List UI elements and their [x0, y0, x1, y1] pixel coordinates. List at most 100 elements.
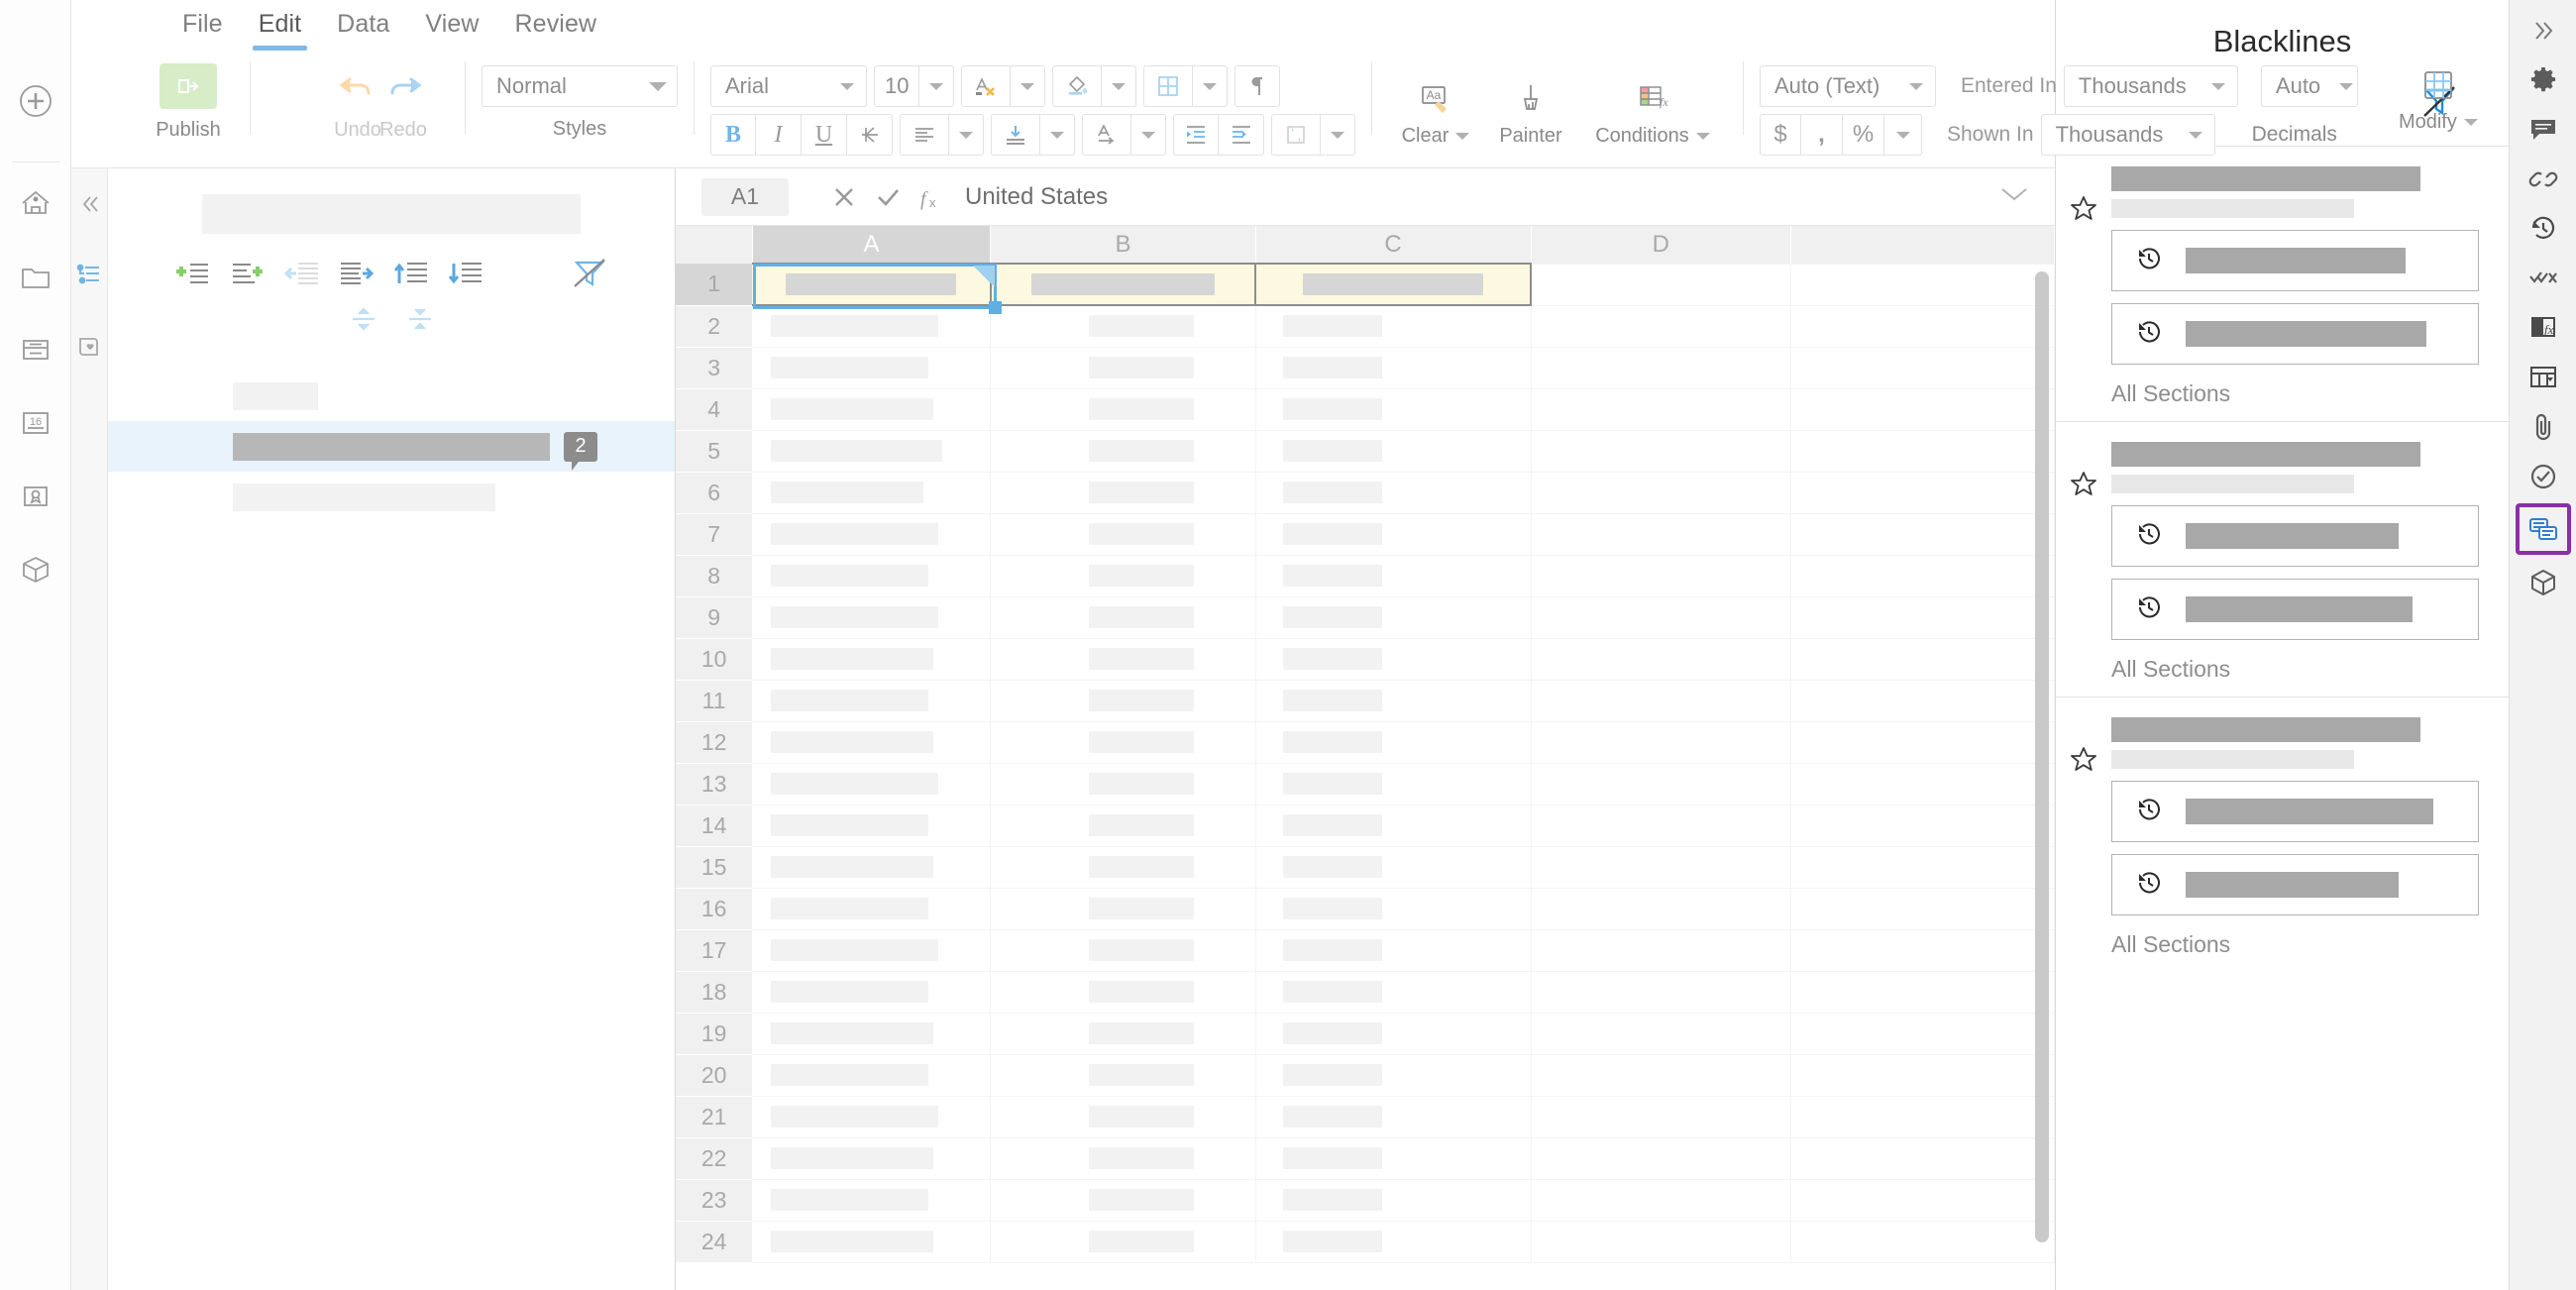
cell-B16[interactable]: [991, 888, 1255, 929]
cell-B12[interactable]: [991, 721, 1255, 763]
cell-A17[interactable]: [752, 929, 991, 971]
gear-icon[interactable]: [2517, 57, 2570, 102]
menu-view[interactable]: View: [407, 0, 496, 51]
row-header-22[interactable]: 22: [676, 1137, 752, 1179]
decrease-indent-button[interactable]: [1173, 114, 1219, 156]
cell-C2[interactable]: [1255, 305, 1531, 347]
borders-control[interactable]: [1143, 65, 1228, 107]
wrap-text-control[interactable]: [1271, 114, 1355, 156]
cell-E20[interactable]: [1790, 1054, 2054, 1096]
cell-E16[interactable]: [1790, 888, 2054, 929]
cell-B14[interactable]: [991, 805, 1255, 846]
outline-item-selected[interactable]: 2: [108, 421, 675, 472]
number-format-select[interactable]: Auto (Text): [1760, 65, 1936, 107]
cell-A24[interactable]: [752, 1221, 991, 1262]
cell-E14[interactable]: [1790, 805, 2054, 846]
cell-B15[interactable]: [991, 846, 1255, 888]
row-header-19[interactable]: 19: [676, 1013, 752, 1054]
row-header-13[interactable]: 13: [676, 763, 752, 805]
cell-C19[interactable]: [1255, 1013, 1531, 1054]
menu-edit[interactable]: Edit: [241, 0, 319, 51]
vertical-scrollbar[interactable]: [2035, 271, 2049, 1242]
column-header-A[interactable]: A: [752, 226, 991, 264]
row-header-10[interactable]: 10: [676, 638, 752, 680]
insert-row-below-icon[interactable]: [230, 259, 266, 293]
cell-D14[interactable]: [1531, 805, 1790, 846]
redo-button[interactable]: Redo: [358, 52, 449, 142]
cell-D16[interactable]: [1531, 888, 1790, 929]
blackline-version-card[interactable]: [2111, 854, 2479, 915]
formula-input[interactable]: United States: [965, 183, 1108, 211]
comment-count-badge[interactable]: 2: [564, 432, 597, 462]
cell-A11[interactable]: [752, 680, 991, 721]
move-down-icon[interactable]: [448, 259, 483, 293]
cell-D5[interactable]: [1531, 430, 1790, 472]
cell-A6[interactable]: [752, 472, 991, 513]
cell-C11[interactable]: [1255, 680, 1531, 721]
favorites-icon[interactable]: [71, 311, 108, 382]
cell-C17[interactable]: [1255, 929, 1531, 971]
column-header-C[interactable]: C: [1255, 226, 1531, 264]
expand-formula-icon[interactable]: [1999, 185, 2029, 208]
italic-button[interactable]: I: [756, 114, 802, 156]
outline-item[interactable]: [108, 472, 675, 522]
cell-D13[interactable]: [1531, 763, 1790, 805]
shown-in-select[interactable]: Thousands: [2041, 114, 2215, 156]
cell-E5[interactable]: [1790, 430, 2054, 472]
cell-B13[interactable]: [991, 763, 1255, 805]
expand-all-icon[interactable]: [405, 304, 435, 339]
cell-A10[interactable]: [752, 638, 991, 680]
blackline-version-card[interactable]: [2111, 579, 2479, 640]
cell-D8[interactable]: [1531, 555, 1790, 596]
cell-E10[interactable]: [1790, 638, 2054, 680]
cell-E8[interactable]: [1790, 555, 2054, 596]
cell-A23[interactable]: [752, 1179, 991, 1221]
row-header-18[interactable]: 18: [676, 971, 752, 1013]
conditions-button[interactable]: fx Conditions: [1578, 65, 1727, 148]
cell-E13[interactable]: [1790, 763, 2054, 805]
row-header-20[interactable]: 20: [676, 1054, 752, 1096]
approval-icon[interactable]: [2517, 454, 2570, 498]
underline-button[interactable]: U: [802, 114, 847, 156]
cell-B1[interactable]: [991, 264, 1255, 305]
period-16-icon[interactable]: 16: [8, 386, 63, 460]
move-up-icon[interactable]: [393, 259, 429, 293]
cell-E7[interactable]: [1790, 513, 2054, 555]
menu-data[interactable]: Data: [319, 0, 407, 51]
cell-B3[interactable]: [991, 347, 1255, 388]
percent-button[interactable]: %: [1843, 114, 1884, 156]
cell-C23[interactable]: [1255, 1179, 1531, 1221]
row-header-21[interactable]: 21: [676, 1096, 752, 1137]
attachment-icon[interactable]: [2517, 404, 2570, 449]
cell-D1[interactable]: [1531, 264, 1790, 305]
cell-C21[interactable]: [1255, 1096, 1531, 1137]
decimals-select[interactable]: Auto: [2261, 65, 2358, 107]
cell-E3[interactable]: [1790, 347, 2054, 388]
clear-button[interactable]: Aa Clear: [1388, 65, 1483, 148]
cell-D4[interactable]: [1531, 388, 1790, 430]
increase-indent-button[interactable]: [1219, 114, 1264, 156]
collapse-all-icon[interactable]: [349, 304, 378, 339]
formula-panel-icon[interactable]: fx: [2517, 305, 2570, 350]
cell-D3[interactable]: [1531, 347, 1790, 388]
bold-button[interactable]: B: [710, 114, 756, 156]
spreadsheet-grid[interactable]: A B C D 1: [676, 226, 2055, 1290]
row-header-14[interactable]: 14: [676, 805, 752, 846]
column-header-D[interactable]: D: [1531, 226, 1790, 264]
cell-E11[interactable]: [1790, 680, 2054, 721]
cell-D19[interactable]: [1531, 1013, 1790, 1054]
collapse-panel-icon[interactable]: [71, 168, 108, 240]
paragraph-mark-button[interactable]: [1234, 65, 1280, 107]
font-size-select[interactable]: 10: [874, 65, 954, 107]
cell-C24[interactable]: [1255, 1221, 1531, 1262]
favorite-star-icon[interactable]: [2056, 717, 2111, 775]
cell-E18[interactable]: [1790, 971, 2054, 1013]
cell-D10[interactable]: [1531, 638, 1790, 680]
cell-E22[interactable]: [1790, 1137, 2054, 1179]
cell-C12[interactable]: [1255, 721, 1531, 763]
add-new-button[interactable]: [16, 81, 55, 126]
cell-C20[interactable]: [1255, 1054, 1531, 1096]
cell-B20[interactable]: [991, 1054, 1255, 1096]
blackline-version-card[interactable]: [2111, 505, 2479, 567]
entered-in-select[interactable]: Thousands: [2064, 65, 2238, 107]
